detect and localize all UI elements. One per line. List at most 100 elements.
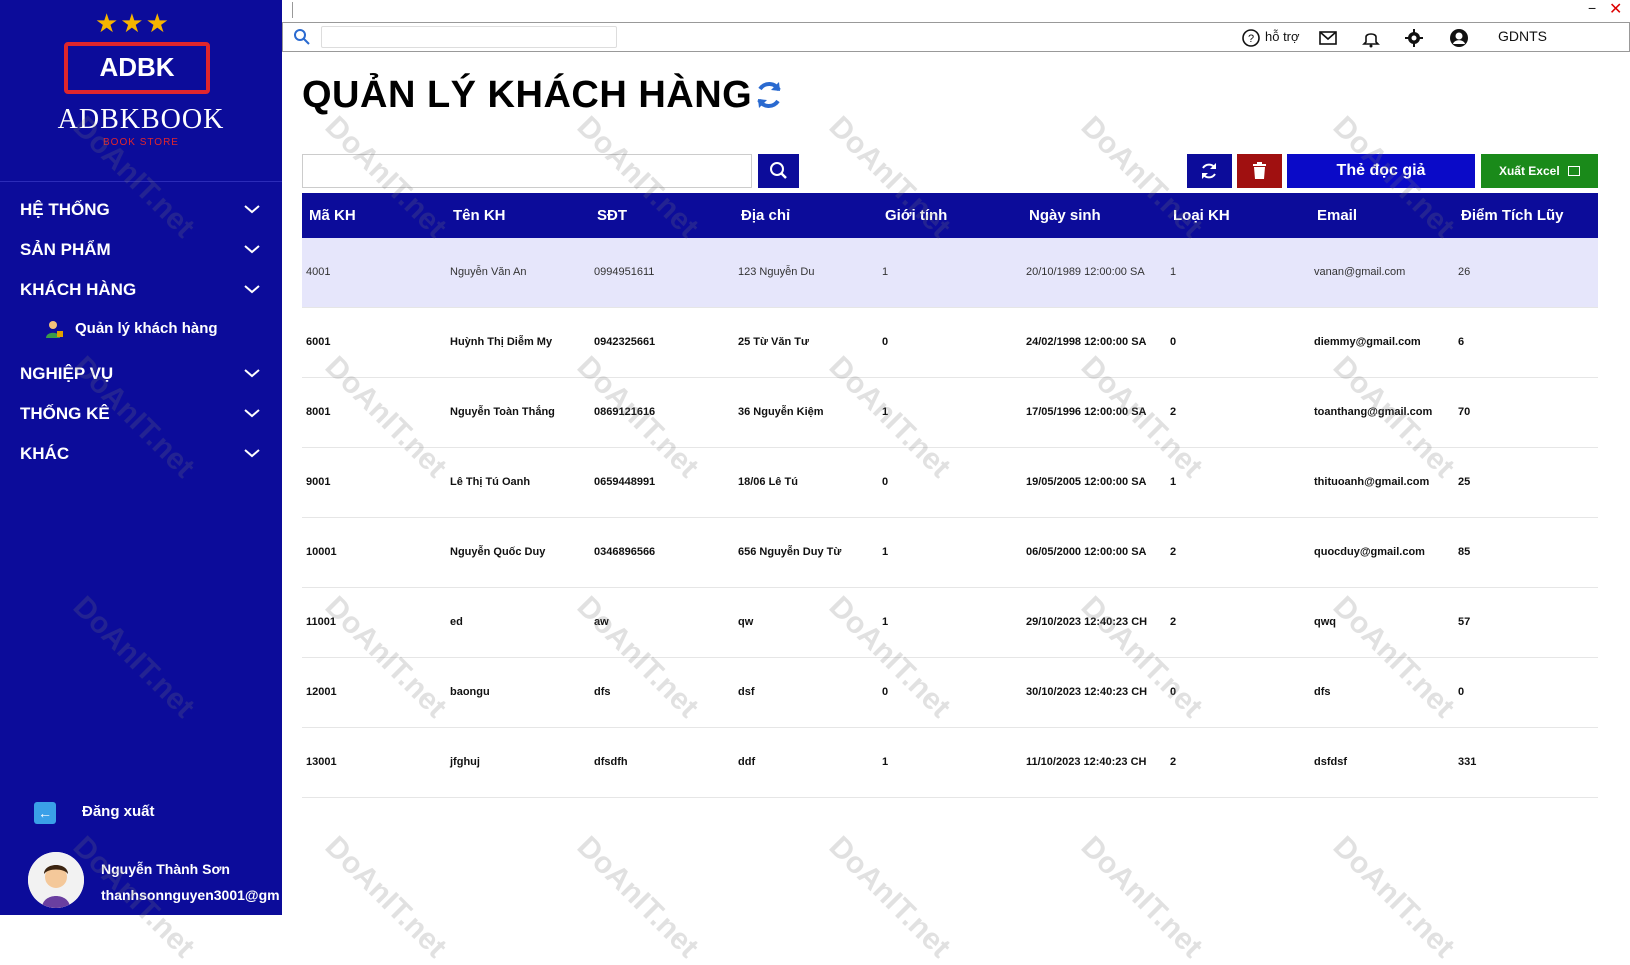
table-row[interactable]: 10001 Nguyễn Quốc Duy 0346896566 656 Nguyễn…	[302, 518, 1598, 588]
table-row[interactable]: 13001 jfghuj dfsdfh ddf 1 11/10/2023 12:40:23…	[302, 728, 1598, 798]
table-cell: 29/10/2023 12:40:23 CH	[1026, 616, 1148, 628]
column-header[interactable]: Mã KH	[309, 207, 356, 224]
table-cell: 20/10/1989 12:00:00 SA	[1026, 266, 1145, 278]
nav-khach-hang[interactable]: KHÁCH HÀNG	[0, 272, 282, 308]
reader-card-button[interactable]: Thẻ đọc giả	[1287, 154, 1475, 188]
column-header[interactable]: Ngày sinh	[1029, 207, 1101, 224]
table-row[interactable]: 8001 Nguyễn Toàn Thắng 0869121616 36 Nguyễn…	[302, 378, 1598, 448]
table-cell: dfs	[594, 686, 611, 698]
table-cell: dfsdfh	[594, 756, 628, 768]
search-button[interactable]	[758, 154, 799, 188]
top-search-input[interactable]	[321, 26, 617, 48]
table-cell: 2	[1170, 546, 1177, 558]
customer-manager-icon	[46, 321, 63, 338]
nav-label: NGHIỆP VỤ	[20, 364, 114, 383]
column-header[interactable]: Địa chỉ	[741, 207, 790, 224]
stars-icon: ★★★	[95, 8, 171, 38]
gear-icon[interactable]	[1404, 28, 1424, 48]
watermark-text: DoAnIT.net	[318, 830, 453, 965]
help-label[interactable]: hỗ trợ	[1265, 29, 1300, 44]
titlebar-divider	[292, 2, 293, 18]
table-cell: 0	[1458, 686, 1465, 698]
close-button[interactable]: ✕	[1609, 0, 1622, 19]
user-name: Nguyễn Thành Sơn	[101, 861, 230, 877]
column-header[interactable]: SĐT	[597, 207, 627, 224]
nav-quan-ly-khach-hang[interactable]: Quản lý khách hàng	[0, 313, 282, 345]
table-cell: 2	[1170, 616, 1177, 628]
search-icon	[294, 29, 310, 45]
table-cell: dsf	[738, 686, 755, 698]
chevron-down-icon	[244, 205, 260, 214]
nav-label: KHÁC	[20, 444, 70, 463]
column-header[interactable]: Loại KH	[1173, 207, 1230, 224]
account-label[interactable]: GDNTS	[1498, 28, 1547, 44]
export-excel-button[interactable]: Xuất Excel	[1481, 154, 1598, 188]
account-icon[interactable]	[1449, 28, 1469, 48]
brand-badge-text: ADBK	[99, 52, 175, 82]
customer-search-input[interactable]	[302, 154, 752, 188]
table-cell: 656 Nguyễn Duy Từ	[738, 546, 842, 558]
user-profile: Nguyễn Thành Sơn thanhsonnguyen3001@gm	[28, 850, 282, 910]
help-icon[interactable]: ?	[1241, 28, 1261, 48]
nav-khac[interactable]: KHÁC	[0, 436, 282, 472]
table-cell: ddf	[738, 756, 756, 768]
sidebar: ★★★ ADBK ADBKBOOK BOOK STORE HỆ THỐNG SẢ…	[0, 0, 282, 915]
table-cell: 18/06 Lê Tú	[738, 476, 798, 488]
brand-badge: ADBK	[64, 42, 210, 94]
bell-icon[interactable]	[1361, 28, 1381, 48]
nav-thong-ke[interactable]: THỐNG KÊ	[0, 396, 282, 432]
nav-label: HỆ THỐNG	[20, 200, 110, 219]
svg-text:?: ?	[1248, 33, 1254, 45]
table-cell: 0	[1170, 686, 1177, 698]
logout-button[interactable]: ← Đăng xuất	[34, 800, 234, 826]
table-row[interactable]: 11001 ed aw qw 1 29/10/2023 12:40:23 CH 2 qwq 57	[302, 588, 1598, 658]
nav-he-thong[interactable]: HỆ THỐNG	[0, 192, 282, 228]
delete-button[interactable]	[1237, 154, 1282, 188]
table-cell: 1	[1170, 266, 1177, 278]
user-email: thanhsonnguyen3001@gm	[101, 887, 280, 903]
mail-icon[interactable]	[1318, 28, 1338, 48]
table-cell: 1	[882, 266, 889, 278]
minimize-button[interactable]: −	[1588, 0, 1596, 16]
table-row[interactable]: 9001 Lê Thị Tú Oanh 0659448991 18/06 Lê Tú 0…	[302, 448, 1598, 518]
chevron-down-icon	[244, 409, 260, 418]
table-cell: 0994951611	[594, 266, 655, 278]
table-cell: 2	[1170, 756, 1177, 768]
table-cell: 0	[882, 336, 889, 348]
table-cell: Lê Thị Tú Oanh	[450, 476, 531, 488]
table-cell: 1	[1170, 476, 1177, 488]
table-cell: quocduy@gmail.com	[1314, 546, 1425, 558]
table-row[interactable]: 4001 Nguyễn Văn An 0994951611 123 Nguyễn Du…	[302, 238, 1598, 308]
nav-nghiep-vu[interactable]: NGHIỆP VỤ	[0, 356, 282, 392]
table-cell: Nguyễn Văn An	[450, 266, 527, 278]
table-cell: 57	[1458, 616, 1471, 628]
nav-label: SẢN PHẨM	[20, 240, 111, 259]
table-cell: 1	[882, 616, 889, 628]
column-header[interactable]: Email	[1317, 207, 1357, 224]
table-row[interactable]: 6001 Huỳnh Thị Diễm My 0942325661 25 Từ Văn…	[302, 308, 1598, 378]
column-header[interactable]: Giới tính	[885, 207, 947, 224]
brand-name: ADBKBOOK	[57, 104, 225, 135]
reload-button[interactable]	[1187, 154, 1232, 188]
table-row[interactable]: 12001 baongu dfs dsf 0 30/10/2023 12:40:23 CH…	[302, 658, 1598, 728]
chevron-down-icon	[244, 285, 260, 294]
nav-label: THỐNG KÊ	[20, 404, 110, 423]
column-header[interactable]: Điểm Tích Lũy	[1461, 207, 1564, 224]
column-header[interactable]: Tên KH	[453, 207, 506, 224]
nav-label: KHÁCH HÀNG	[20, 280, 137, 299]
nav-san-pham[interactable]: SẢN PHẨM	[0, 232, 282, 268]
table-cell: vanan@gmail.com	[1314, 266, 1406, 278]
table-cell: 123 Nguyễn Du	[738, 266, 815, 278]
chevron-down-icon	[244, 449, 260, 458]
table-cell: 0869121616	[594, 406, 656, 418]
avatar	[28, 852, 84, 908]
chevron-down-icon	[244, 245, 260, 254]
table-cell: 25	[1458, 476, 1471, 488]
table-cell: 6	[1458, 336, 1465, 348]
refresh-icon[interactable]	[752, 78, 786, 112]
table-cell: diemmy@gmail.com	[1314, 336, 1421, 348]
watermark-text: DoAnIT.net	[570, 830, 705, 965]
table-cell: Huỳnh Thị Diễm My	[450, 336, 553, 348]
table-cell: ed	[450, 616, 463, 628]
chevron-down-icon	[244, 369, 260, 378]
